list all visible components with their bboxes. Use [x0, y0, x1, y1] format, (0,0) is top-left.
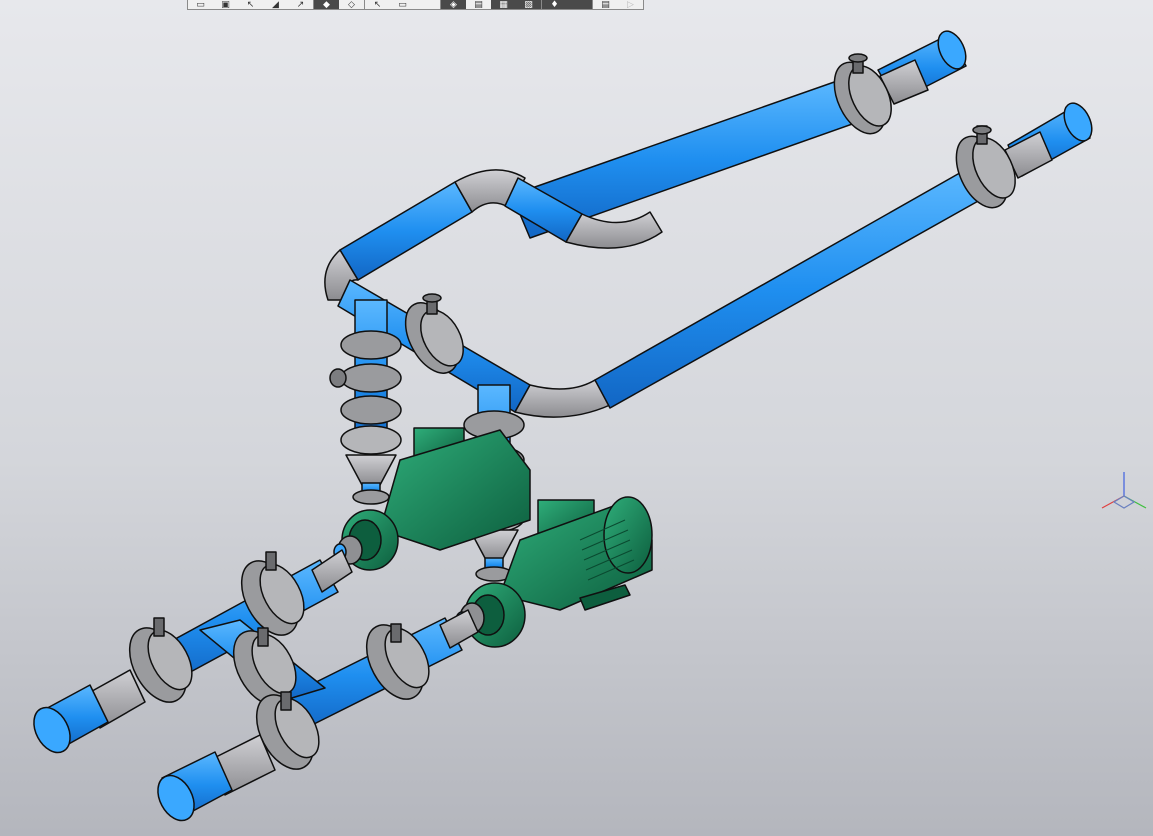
- pipe-assembly-model[interactable]: [0, 0, 1153, 836]
- 3d-viewport[interactable]: ▭ ▣ ↖ ◢ ↗ ◆ ◇ ↖ ▭ ◈ ▤ ▦ ▧ ♦ ▤ ▷: [0, 0, 1153, 836]
- axis-triad-icon: [1101, 472, 1147, 509]
